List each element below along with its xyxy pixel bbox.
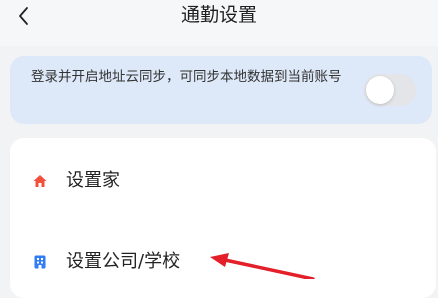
page-title: 通勤设置 bbox=[180, 4, 257, 26]
set-home-label: 设置家 bbox=[66, 170, 120, 191]
toggle-knob bbox=[366, 76, 394, 104]
annotation-arrow bbox=[210, 253, 315, 279]
set-company-school-label: 设置公司/学校 bbox=[66, 251, 181, 272]
cloud-sync-toggle[interactable] bbox=[364, 74, 416, 106]
cloud-sync-description: 登录并开启地址云同步，可同步本地数据到当前账号 bbox=[31, 69, 342, 85]
building-icon bbox=[34, 255, 46, 269]
set-home-item[interactable]: 设置家 bbox=[10, 159, 436, 209]
home-icon bbox=[33, 175, 47, 187]
top-bar: 通勤设置 bbox=[0, 0, 438, 46]
